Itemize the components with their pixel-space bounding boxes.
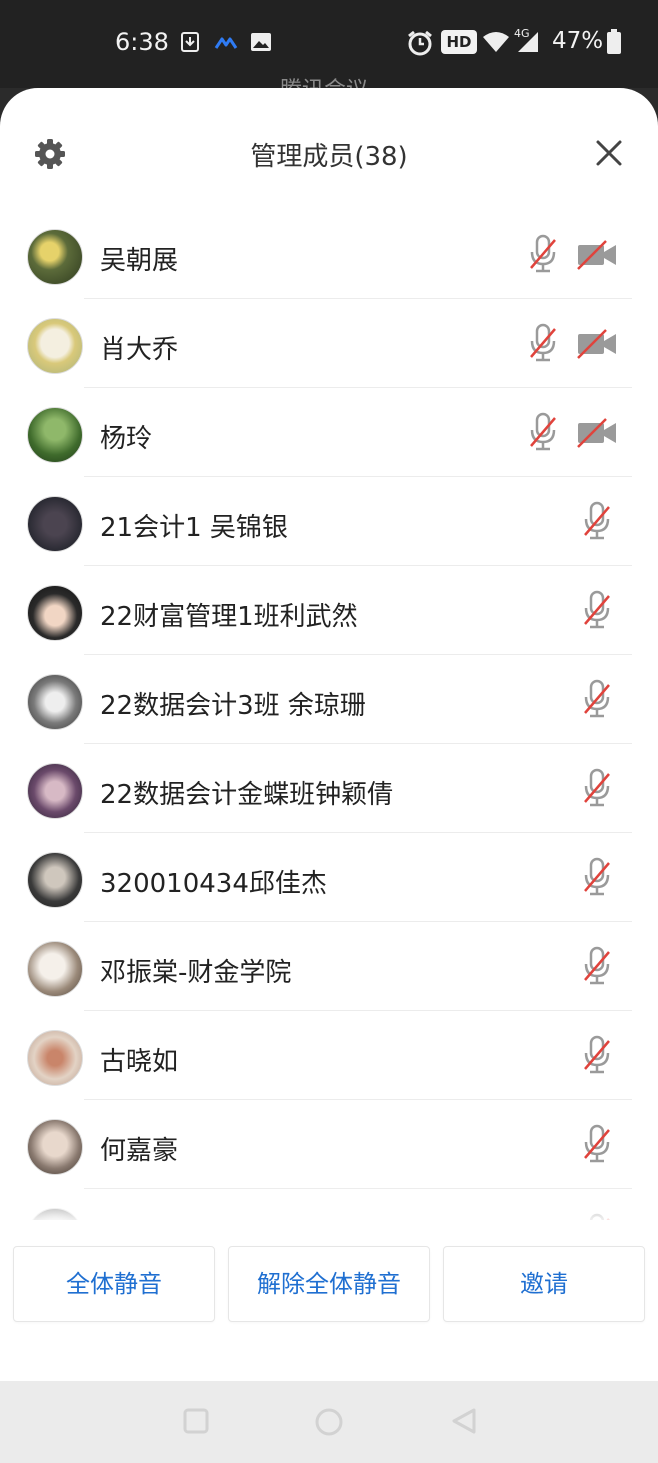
avatar [27, 941, 83, 997]
camera-off-icon[interactable] [576, 329, 618, 359]
close-icon[interactable] [594, 138, 624, 168]
member-name: 21会计1 吴锦银 [100, 513, 288, 543]
member-name: 320010434邱佳杰 [100, 869, 327, 899]
mic-muted-icon[interactable] [582, 1124, 612, 1164]
avatar [27, 1030, 83, 1086]
mic-muted-icon[interactable] [582, 946, 612, 986]
mic-muted-icon[interactable] [582, 501, 612, 541]
app-icon [214, 37, 238, 49]
member-row[interactable]: 320010434邱佳杰 [0, 833, 658, 922]
member-name: 吴朝展 [100, 246, 179, 276]
download-icon [181, 32, 199, 52]
status-bar: 6:38 HD 4G 47% 腾讯会议 [0, 0, 658, 103]
member-name: 古晓如 [100, 1047, 179, 1077]
action-bar: 全体静音 解除全体静音 邀请 [0, 1238, 658, 1328]
avatar [27, 763, 83, 819]
avatar [27, 229, 83, 285]
member-name: 杨玲 [100, 424, 153, 454]
alarm-icon [408, 30, 432, 56]
member-name: 肖大乔 [100, 335, 179, 365]
camera-off-icon[interactable] [576, 418, 618, 448]
manage-members-sheet: 管理成员(38) 吴朝展 肖大乔 杨玲 21会计1 吴锦银 22财富管理1班利武… [0, 88, 658, 1381]
camera-off-icon[interactable] [576, 240, 618, 270]
unmute-all-button[interactable]: 解除全体静音 [228, 1246, 430, 1322]
back-icon[interactable] [450, 1407, 478, 1435]
mic-muted-icon[interactable] [582, 768, 612, 808]
member-row[interactable]: 21会计1 吴锦银 [0, 477, 658, 566]
mic-muted-icon[interactable] [528, 412, 558, 452]
mic-muted-icon[interactable] [582, 679, 612, 719]
wifi-icon [483, 32, 509, 52]
home-icon[interactable] [314, 1407, 344, 1437]
member-row[interactable]: 肖大乔 [0, 299, 658, 388]
navigation-bar [0, 1381, 658, 1463]
mic-muted-icon[interactable] [528, 323, 558, 363]
member-row[interactable]: 何嘉豪 [0, 1100, 658, 1189]
battery-percent: 47% [552, 28, 604, 54]
recent-apps-icon[interactable] [182, 1407, 210, 1435]
sheet-header: 管理成员(38) [0, 88, 658, 210]
mic-muted-icon[interactable] [528, 234, 558, 274]
avatar [27, 407, 83, 463]
mute-all-button[interactable]: 全体静音 [13, 1246, 215, 1322]
mic-muted-icon[interactable] [582, 857, 612, 897]
member-row[interactable]: 杨玲 [0, 388, 658, 477]
image-icon [251, 33, 271, 51]
avatar [27, 1119, 83, 1175]
member-row[interactable]: 22财富管理1班利武然 [0, 566, 658, 655]
mic-muted-icon[interactable] [582, 1035, 612, 1075]
avatar [27, 585, 83, 641]
avatar [27, 852, 83, 908]
battery-icon [607, 29, 621, 54]
list-fade [0, 1186, 658, 1226]
member-name: 何嘉豪 [100, 1136, 179, 1166]
member-name: 22数据会计3班 余琼珊 [100, 691, 366, 721]
hd-badge: HD [441, 30, 477, 54]
member-list[interactable]: 吴朝展 肖大乔 杨玲 21会计1 吴锦银 22财富管理1班利武然 22数据会计3… [0, 210, 658, 1220]
avatar [27, 318, 83, 374]
member-row[interactable]: 吴朝展 [0, 210, 658, 299]
mic-muted-icon[interactable] [582, 590, 612, 630]
member-name: 邓振棠-财金学院 [100, 958, 292, 988]
signal-icon [518, 32, 538, 52]
avatar [27, 674, 83, 730]
member-row[interactable]: 22数据会计3班 余琼珊 [0, 655, 658, 744]
member-row[interactable]: 古晓如 [0, 1011, 658, 1100]
panel-title: 管理成员(38) [250, 142, 408, 172]
member-name: 22财富管理1班利武然 [100, 602, 358, 632]
avatar [27, 496, 83, 552]
invite-button[interactable]: 邀请 [443, 1246, 645, 1322]
member-row[interactable]: 22数据会计金蝶班钟颖倩 [0, 744, 658, 833]
member-name: 22数据会计金蝶班钟颖倩 [100, 780, 394, 810]
status-time: 6:38 [115, 28, 169, 56]
member-row[interactable]: 邓振棠-财金学院 [0, 922, 658, 1011]
